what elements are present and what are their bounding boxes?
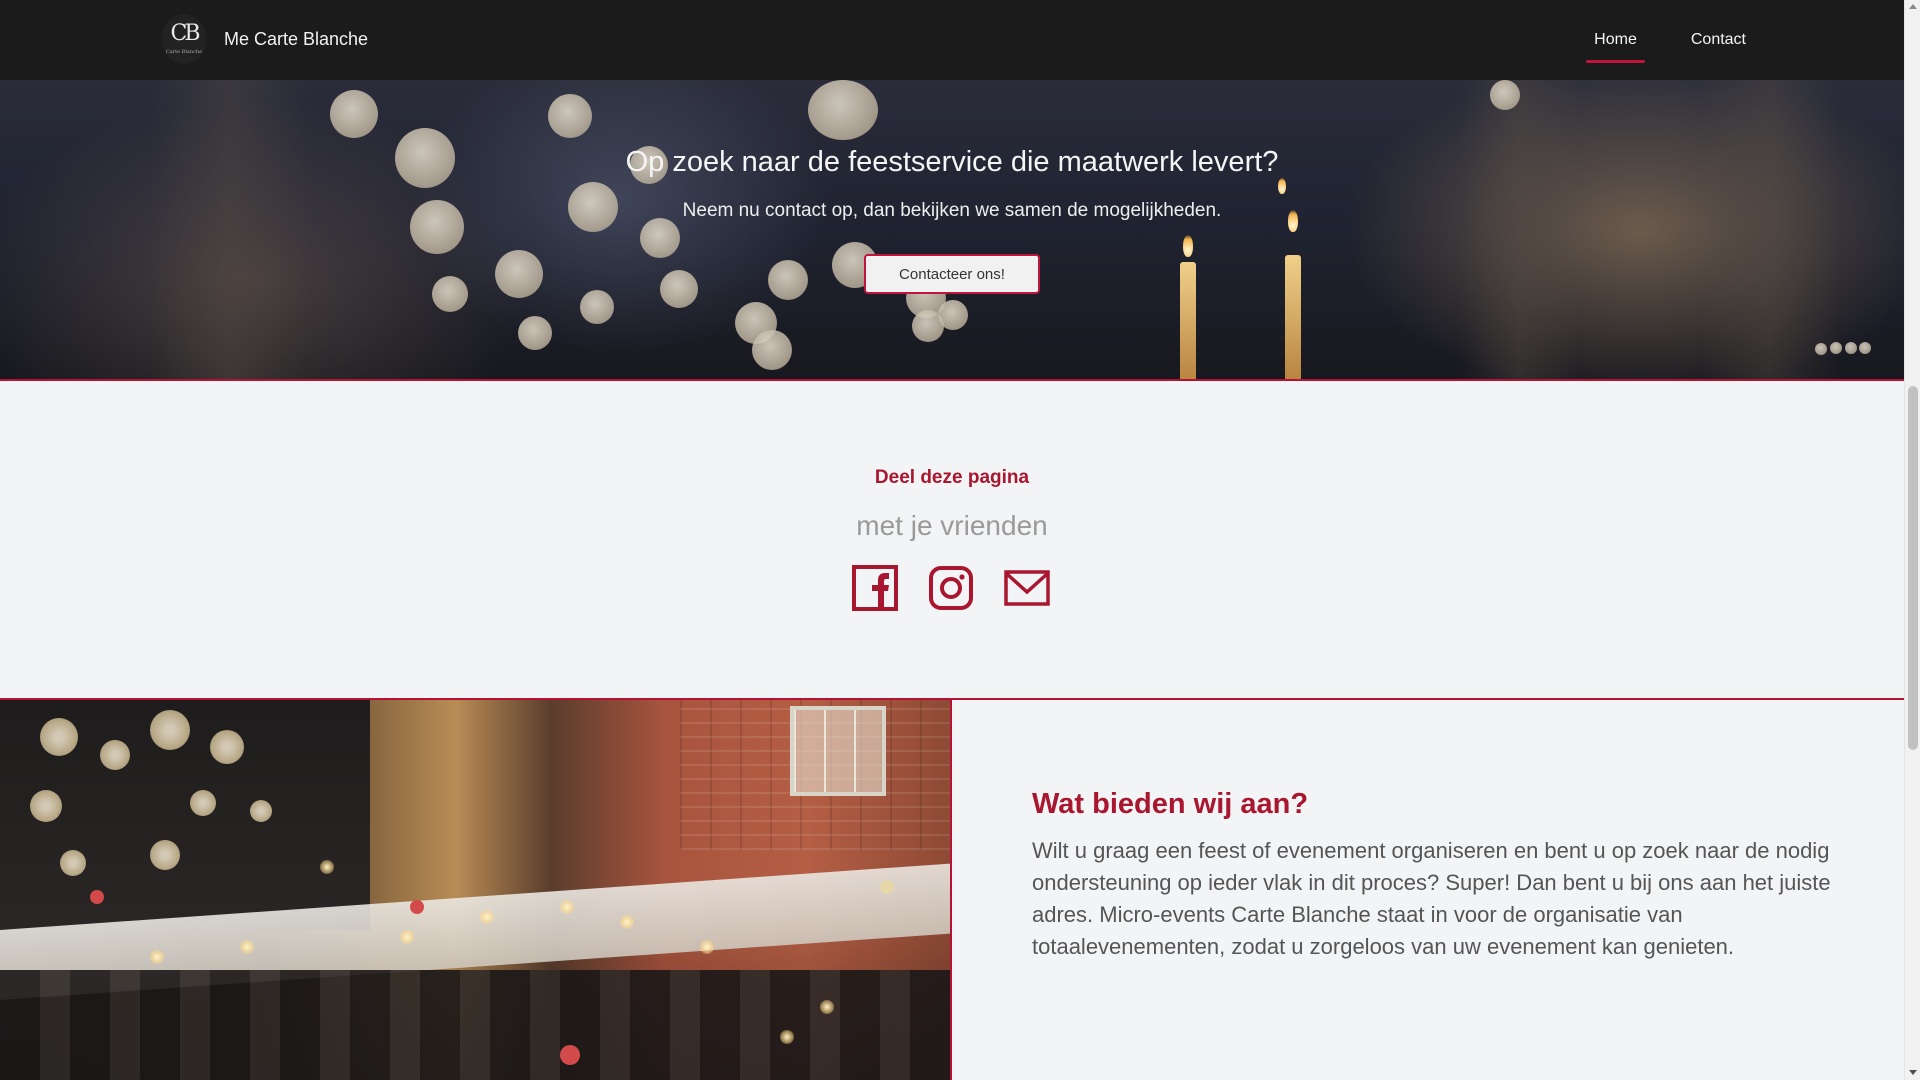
- hero-subtitle: Neem nu contact op, dan bekijken we same…: [682, 200, 1222, 221]
- share-section: Deel deze pagina met je vrienden: [0, 383, 1904, 698]
- offer-section: Wat bieden wij aan? Wilt u graag een fee…: [0, 698, 1904, 1080]
- brand-link[interactable]: CB Carte Blanche Me Carte Blanche: [162, 14, 368, 64]
- share-icons: [852, 565, 1080, 611]
- brand-name: Me Carte Blanche: [224, 28, 369, 49]
- offer-title: Wat bieden wij aan?: [1032, 788, 1309, 820]
- logo: CB Carte Blanche: [162, 14, 206, 64]
- navbar: CB Carte Blanche Me Carte Blanche Home C…: [0, 0, 1904, 80]
- hero-content: Op zoek naar de feestservice die maatwer…: [0, 80, 1904, 379]
- event-photo: [0, 700, 952, 1080]
- share-subtitle: met je vrienden: [856, 510, 1048, 541]
- vertical-scrollbar[interactable]: [1904, 0, 1920, 1080]
- offer-body: Wilt u graag een feest of evenement orga…: [1032, 838, 1831, 959]
- mail-icon[interactable]: [1004, 565, 1050, 611]
- scroll-down-arrow-icon[interactable]: [1909, 1070, 1917, 1075]
- contact-us-button[interactable]: Contacteer ons!: [864, 254, 1040, 294]
- offer-text: Wat bieden wij aan? Wilt u graag een fee…: [1032, 788, 1832, 963]
- scroll-up-arrow-icon[interactable]: [1909, 4, 1917, 9]
- hero-title: Op zoek naar de feestservice die maatwer…: [625, 146, 1279, 178]
- logo-mark: CB: [170, 21, 201, 46]
- facebook-icon[interactable]: [852, 565, 898, 611]
- nav-link-home[interactable]: Home: [1586, 23, 1645, 63]
- nav-link-contact[interactable]: Contact: [1683, 23, 1754, 57]
- page-viewport: CB Carte Blanche Me Carte Blanche Home C…: [0, 0, 1904, 1080]
- scroll-thumb[interactable]: [1908, 386, 1918, 750]
- nav-links: Home Contact: [1548, 0, 1754, 80]
- logo-subtext: Carte Blanche: [165, 49, 203, 55]
- hero-banner: Op zoek naar de feestservice die maatwer…: [0, 80, 1904, 381]
- instagram-icon[interactable]: [928, 565, 974, 611]
- share-title: Deel deze pagina: [874, 467, 1030, 488]
